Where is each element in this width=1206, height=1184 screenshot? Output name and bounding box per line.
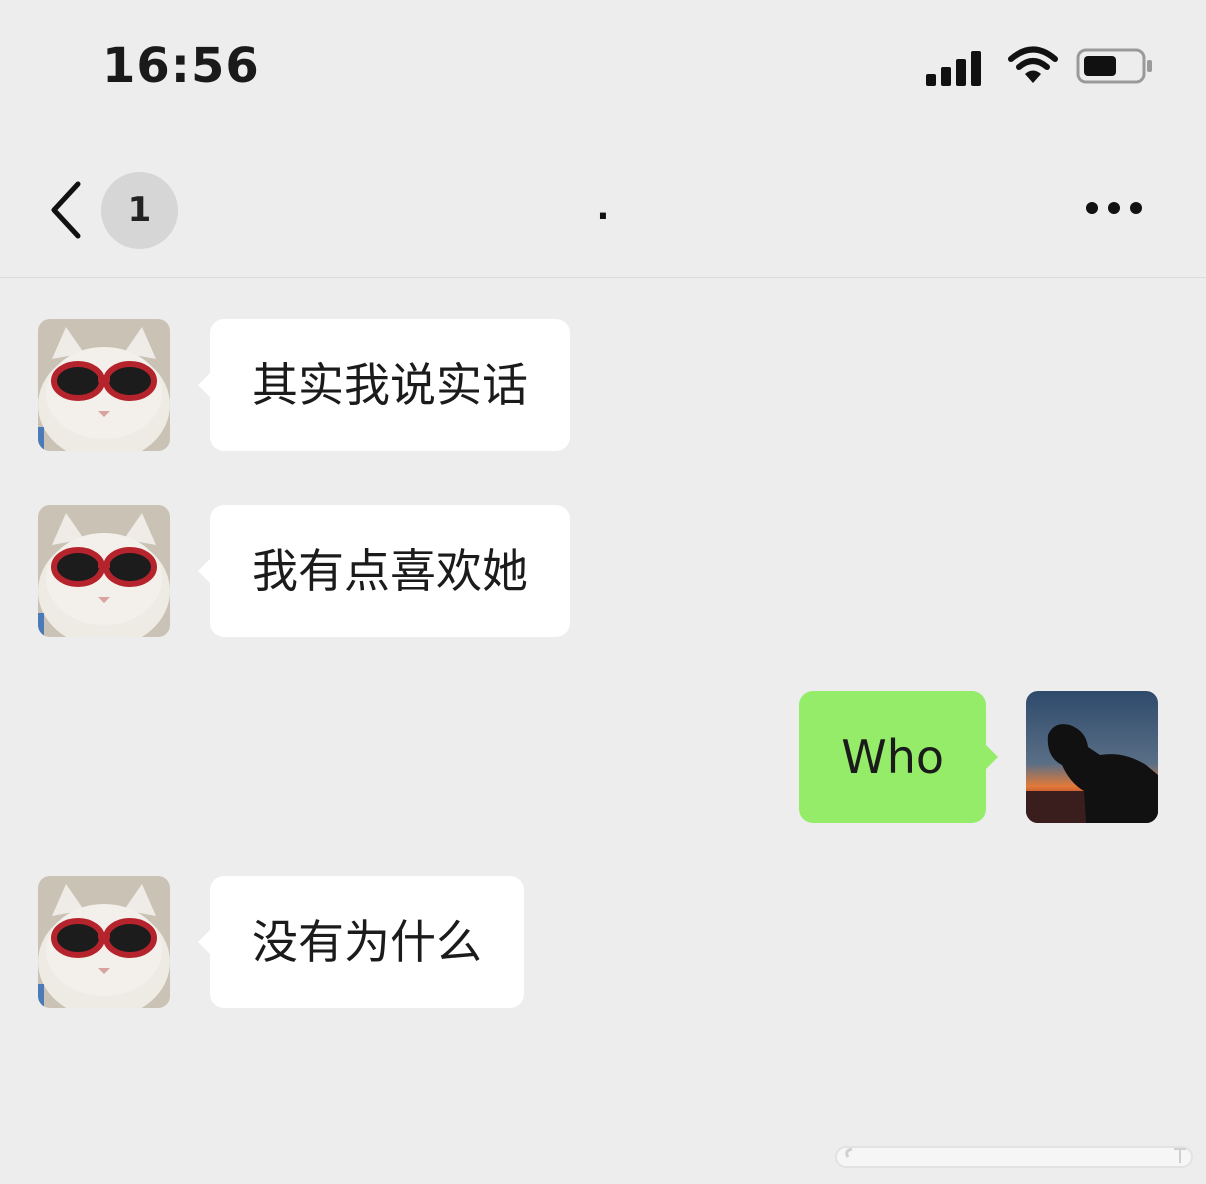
message-text-1: 其实我说实话 [252,358,528,412]
message-bubble-1[interactable]: 其实我说实话 [198,319,570,451]
watermark-logo [835,1146,1193,1168]
message-bubble-2[interactable]: 我有点喜欢她 [198,505,570,637]
wifi-icon [1008,46,1058,83]
sunset-silhouette-avatar[interactable] [1026,691,1158,823]
cat-sunglasses-avatar[interactable] [38,876,170,1008]
battery-icon [1076,48,1152,84]
more-dots-icon[interactable] [1084,200,1144,216]
message-bubble-3[interactable]: Who [799,691,998,823]
status-time: 16:56 [102,38,260,94]
signal-icon [926,51,981,86]
message-text-4: 没有为什么 [252,915,482,969]
message-text-2: 我有点喜欢她 [252,544,528,598]
chat-title: . [596,188,610,228]
cat-sunglasses-avatar[interactable] [38,319,170,451]
cat-sunglasses-avatar[interactable] [38,505,170,637]
message-text-3: Who [841,730,944,784]
message-bubble-4[interactable]: 没有为什么 [198,876,524,1008]
chat-header: 1 . [0,130,1206,278]
status-bar: 16:56 [0,0,1206,130]
